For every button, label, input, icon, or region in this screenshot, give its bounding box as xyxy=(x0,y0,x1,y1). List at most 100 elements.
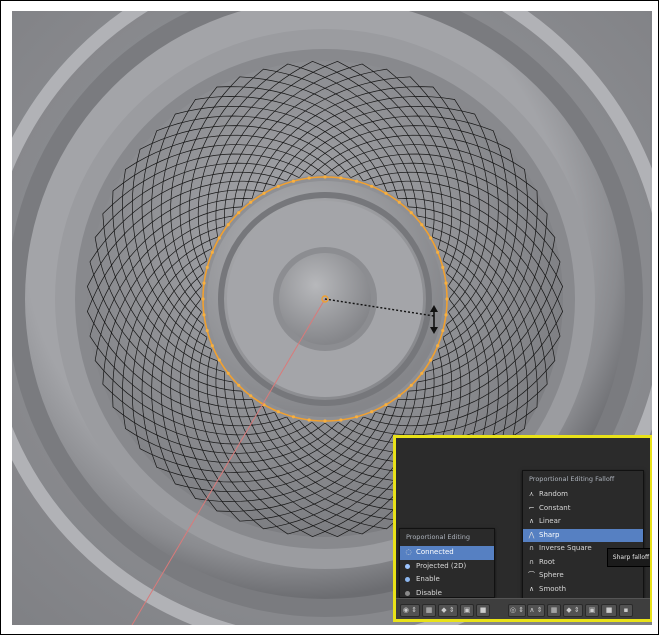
proportional-editing-menu-title: Proportional Editing xyxy=(406,533,471,541)
menu-callout: Proportional Editing ◌ Connected Project… xyxy=(393,435,652,622)
selected-vertex[interactable] xyxy=(441,329,445,333)
selected-vertex[interactable] xyxy=(445,297,449,301)
selected-vertex[interactable] xyxy=(226,371,230,375)
menu-item-label: Smooth xyxy=(539,584,567,593)
snap-toggle-icon[interactable]: ▦ xyxy=(547,604,561,617)
menu-item-label: Disable xyxy=(416,588,442,597)
snap-icon[interactable]: ▦ xyxy=(422,604,436,617)
falloff-menu-title: Proportional Editing Falloff xyxy=(529,475,615,483)
smooth-falloff-icon: ∧ xyxy=(528,584,535,593)
menu-item-projected[interactable]: Projected (2D) xyxy=(400,560,494,574)
proportional-edit-dropdown[interactable]: ◎ ⇕ xyxy=(508,604,526,617)
selected-vertex[interactable] xyxy=(249,200,253,204)
selected-vertex[interactable] xyxy=(202,281,206,285)
menu-item-label: Projected (2D) xyxy=(416,561,467,570)
selected-vertex[interactable] xyxy=(441,265,445,269)
selected-vertex[interactable] xyxy=(226,223,230,227)
random-falloff-icon: ⋏ xyxy=(528,490,535,498)
selected-vertex[interactable] xyxy=(355,179,359,183)
selected-vertex[interactable] xyxy=(217,358,221,362)
menu-item-label: Constant xyxy=(539,503,571,512)
camera-icon[interactable]: ■ xyxy=(476,604,490,617)
selected-vertex[interactable] xyxy=(339,176,343,180)
selected-vertex[interactable] xyxy=(339,418,343,422)
selected-vertex[interactable] xyxy=(409,383,413,387)
sharp-falloff-icon: ⋀ xyxy=(528,530,535,539)
selected-vertex[interactable] xyxy=(429,358,433,362)
selected-vertex[interactable] xyxy=(355,415,359,419)
selected-vertex[interactable] xyxy=(202,313,206,317)
selected-vertex[interactable] xyxy=(210,344,214,348)
menu-item-linear[interactable]: ∧ Linear xyxy=(523,515,643,529)
selected-vertex[interactable] xyxy=(249,394,253,398)
selected-vertex[interactable] xyxy=(217,236,221,240)
proportional-editing-menu: Proportional Editing ◌ Connected Project… xyxy=(399,528,495,598)
snap-element-dropdown[interactable]: ◆ ⇕ xyxy=(563,604,583,617)
proportional-edit-dropdown-left[interactable]: ◉ ⇕ xyxy=(400,604,420,617)
selected-vertex[interactable] xyxy=(370,410,374,414)
menu-item-label: Connected xyxy=(416,548,454,556)
render-animation-icon[interactable]: ■ xyxy=(601,604,617,617)
selected-vertex[interactable] xyxy=(237,383,241,387)
connected-icon: ◌ xyxy=(405,548,412,556)
constant-falloff-icon: ⌐ xyxy=(528,503,535,512)
menu-item-label: Linear xyxy=(539,517,561,525)
menu-item-enable[interactable]: Enable xyxy=(400,573,494,587)
enable-icon xyxy=(405,577,410,582)
screenshot-frame: Proportional Editing ◌ Connected Project… xyxy=(0,0,659,635)
selected-vertex[interactable] xyxy=(210,250,214,254)
snap-target-dropdown[interactable]: ◆ ⇕ xyxy=(438,604,458,617)
selected-vertex[interactable] xyxy=(307,176,311,180)
selected-vertex[interactable] xyxy=(429,236,433,240)
menu-item-label: Sharp xyxy=(539,530,560,539)
projected-icon xyxy=(405,563,410,569)
selected-vertex[interactable] xyxy=(237,211,241,215)
menu-item-random[interactable]: ⋏ Random xyxy=(523,488,643,502)
selected-vertex[interactable] xyxy=(205,329,209,333)
render-icon[interactable]: ▣ xyxy=(460,604,474,617)
selected-vertex[interactable] xyxy=(323,175,327,179)
menu-item-connected[interactable]: ◌ Connected xyxy=(400,546,494,560)
selected-vertex[interactable] xyxy=(205,265,209,269)
extra-icon[interactable]: ▪ xyxy=(619,604,633,617)
menu-item-label: Inverse Square xyxy=(539,544,592,552)
selected-vertex[interactable] xyxy=(262,191,266,195)
tooltip: Sharp falloff xyxy=(607,548,650,567)
viewport-header-toolbar: ◉ ⇕ ▦ ◆ ⇕ ▣ ■ ◎ ⇕ ∧ ⇕ ▦ ◆ ⇕ ▣ ■ ▪ xyxy=(396,598,650,619)
menu-item-label: Sphere xyxy=(539,571,564,579)
selected-vertex[interactable] xyxy=(370,184,374,188)
selected-vertex[interactable] xyxy=(276,410,280,414)
falloff-menu: Proportional Editing Falloff ⋏ Random ⌐ Co… xyxy=(522,470,644,603)
selected-vertex[interactable] xyxy=(397,200,401,204)
inverse-square-falloff-icon: ∩ xyxy=(528,544,535,552)
menu-item-sphere[interactable]: ⌒ Sphere xyxy=(523,569,643,583)
selected-vertex[interactable] xyxy=(291,179,295,183)
selected-vertex[interactable] xyxy=(291,415,295,419)
selected-vertex[interactable] xyxy=(323,419,327,423)
selected-vertex[interactable] xyxy=(409,211,413,215)
3d-viewport[interactable]: Proportional Editing ◌ Connected Project… xyxy=(12,11,652,625)
selected-vertex[interactable] xyxy=(444,281,448,285)
selected-vertex[interactable] xyxy=(201,297,205,301)
menu-item-label: Root xyxy=(539,557,555,566)
selected-vertex[interactable] xyxy=(444,313,448,317)
sphere-falloff-icon: ⌒ xyxy=(528,571,535,579)
selected-vertex[interactable] xyxy=(307,418,311,422)
menu-item-smooth[interactable]: ∧ Smooth xyxy=(523,583,643,597)
selected-vertex[interactable] xyxy=(276,184,280,188)
selected-vertex[interactable] xyxy=(384,403,388,407)
menu-item-sharp[interactable]: ⋀ Sharp xyxy=(523,528,643,542)
selected-vertex[interactable] xyxy=(420,223,424,227)
selected-vertex[interactable] xyxy=(436,344,440,348)
falloff-dropdown[interactable]: ∧ ⇕ xyxy=(527,604,545,617)
selected-vertex[interactable] xyxy=(384,191,388,195)
root-falloff-icon: ∩ xyxy=(528,557,535,566)
opengl-render-icon[interactable]: ▣ xyxy=(585,604,599,617)
linear-falloff-icon: ∧ xyxy=(528,517,535,525)
menu-item-constant[interactable]: ⌐ Constant xyxy=(523,502,643,516)
menu-item-label: Random xyxy=(539,490,568,498)
selected-vertex[interactable] xyxy=(397,394,401,398)
selected-vertex[interactable] xyxy=(420,371,424,375)
selected-vertex[interactable] xyxy=(436,250,440,254)
menu-item-label: Enable xyxy=(416,575,440,583)
